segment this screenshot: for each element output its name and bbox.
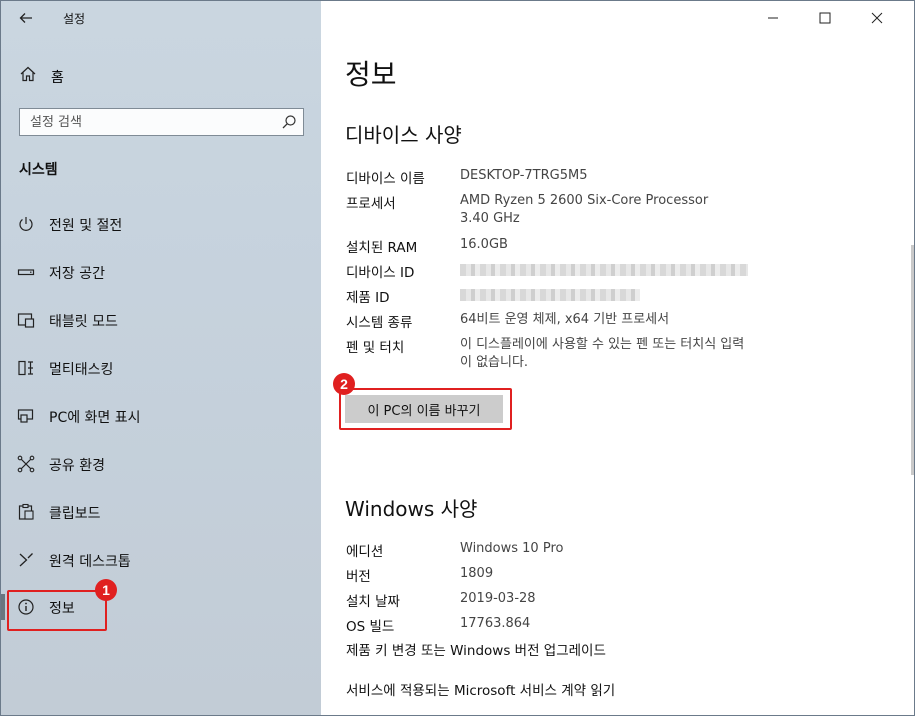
spec-key: 제품 ID bbox=[346, 290, 390, 306]
annotation-box-2 bbox=[339, 388, 512, 430]
spec-value-redacted bbox=[460, 286, 820, 307]
service-agreement-link[interactable]: 서비스에 적용되는 Microsoft 서비스 계약 읽기 bbox=[346, 679, 615, 699]
spec-key: OS 빌드 bbox=[346, 619, 395, 635]
spec-value: 64비트 운영 체제, x64 기반 프로세서 bbox=[460, 312, 670, 327]
sidebar-item-label: 저장 공간 bbox=[49, 266, 105, 282]
sidebar-item-power[interactable]: 전원 및 절전 bbox=[1, 206, 321, 242]
spec-value-redacted bbox=[460, 261, 820, 282]
nav-home-label: 홈 bbox=[51, 70, 64, 86]
spec-value-line1: AMD Ryzen 5 2600 Six-Core Processor bbox=[460, 193, 709, 208]
close-icon bbox=[871, 12, 883, 24]
sidebar-item-remote-desktop[interactable]: 원격 데스크톱 bbox=[1, 542, 321, 578]
spec-value: 17763.864 bbox=[460, 616, 531, 631]
spec-key: 설치 날짜 bbox=[346, 594, 400, 610]
redacted-value bbox=[460, 289, 640, 301]
spec-key: 프로세서 bbox=[346, 196, 396, 212]
spec-value: Windows 10 Pro bbox=[460, 541, 564, 556]
spec-value: 이 디스플레이에 사용할 수 있는 펜 또는 터치식 입력 이 없습니다. bbox=[460, 336, 820, 372]
main-pane: 정보 디바이스 사양 디바이스 이름 DESKTOP-7TRG5M5 프로세서 … bbox=[321, 1, 914, 715]
spec-key: 펜 및 터치 bbox=[346, 340, 405, 356]
spec-value: 1809 bbox=[460, 566, 494, 581]
spec-value-line2: 이 없습니다. bbox=[460, 355, 529, 370]
spec-key: 에디션 bbox=[346, 544, 384, 560]
spec-key: 디바이스 이름 bbox=[346, 171, 425, 187]
sidebar-item-label: 전원 및 절전 bbox=[49, 218, 123, 234]
settings-window: 설정 홈 시스템 전원 및 절전 저장 공간 태블릿 모드 멀티태스킹 bbox=[0, 0, 915, 716]
sidebar-item-multitasking[interactable]: 멀티태스킹 bbox=[1, 350, 321, 386]
spec-key: 시스템 종류 bbox=[346, 315, 413, 331]
device-specs-heading: 디바이스 사양 bbox=[345, 123, 462, 147]
sidebar-item-label: 클립보드 bbox=[49, 506, 101, 522]
page-title: 정보 bbox=[345, 58, 397, 91]
annotation-badge-2: 2 bbox=[333, 373, 355, 395]
spec-key: 버전 bbox=[346, 569, 371, 585]
sidebar-item-project[interactable]: PC에 화면 표시 bbox=[1, 398, 321, 434]
close-button[interactable] bbox=[854, 1, 900, 35]
spec-value: 16.0GB bbox=[460, 237, 508, 252]
windows-specs-heading: Windows 사양 bbox=[345, 497, 478, 521]
spec-key: 디바이스 ID bbox=[346, 265, 415, 281]
share-icon bbox=[17, 455, 35, 473]
sidebar-item-label: 태블릿 모드 bbox=[49, 314, 118, 330]
spec-value-line1: 이 디스플레이에 사용할 수 있는 펜 또는 터치식 입력 bbox=[460, 337, 745, 352]
spec-row-processor: 프로세서 AMD Ryzen 5 2600 Six-Core Processor… bbox=[346, 192, 906, 228]
spec-key: 설치된 RAM bbox=[346, 240, 418, 256]
remote-desktop-icon bbox=[19, 553, 33, 567]
sidebar-item-label: 멀티태스킹 bbox=[49, 362, 114, 378]
search-input[interactable] bbox=[20, 109, 275, 135]
search-box[interactable] bbox=[19, 108, 304, 136]
annotation-badge-1: 1 bbox=[95, 579, 117, 601]
nav-home[interactable]: 홈 bbox=[1, 61, 321, 89]
maximize-icon bbox=[819, 12, 831, 24]
spec-row-pen-touch: 펜 및 터치 이 디스플레이에 사용할 수 있는 펜 또는 터치식 입력 이 없… bbox=[346, 336, 906, 372]
sidebar-item-label: PC에 화면 표시 bbox=[49, 410, 141, 426]
spec-value: DESKTOP-7TRG5M5 bbox=[460, 168, 588, 183]
spec-value: AMD Ryzen 5 2600 Six-Core Processor 3.40… bbox=[460, 192, 820, 228]
minimize-icon bbox=[768, 17, 778, 19]
section-title: 시스템 bbox=[19, 162, 58, 178]
sidebar-item-tablet[interactable]: 태블릿 모드 bbox=[1, 302, 321, 338]
search-icon[interactable] bbox=[281, 114, 297, 130]
multitasking-icon bbox=[18, 360, 33, 376]
window-controls bbox=[756, 1, 914, 35]
sidebar-item-clipboard[interactable]: 클립보드 bbox=[1, 494, 321, 530]
clipboard-icon bbox=[18, 503, 34, 520]
spec-value: 2019-03-28 bbox=[460, 591, 536, 606]
sidebar-item-share[interactable]: 공유 환경 bbox=[1, 446, 321, 482]
spec-value-line2: 3.40 GHz bbox=[460, 211, 520, 226]
redacted-value bbox=[460, 264, 748, 276]
app-title: 설정 bbox=[63, 12, 86, 26]
sidebar-item-label: 원격 데스크톱 bbox=[49, 554, 131, 570]
sidebar-item-label: 공유 환경 bbox=[49, 458, 105, 474]
title-bar: 설정 bbox=[1, 1, 321, 35]
scrollbar[interactable] bbox=[911, 245, 914, 475]
maximize-button[interactable] bbox=[802, 1, 848, 35]
minimize-button[interactable] bbox=[750, 1, 796, 35]
home-icon bbox=[20, 66, 36, 82]
sidebar: 설정 홈 시스템 전원 및 절전 저장 공간 태블릿 모드 멀티태스킹 bbox=[1, 1, 321, 715]
tablet-icon bbox=[17, 313, 35, 328]
storage-icon bbox=[17, 269, 35, 276]
back-button[interactable] bbox=[15, 7, 37, 29]
selection-indicator bbox=[1, 594, 5, 620]
arrow-left-icon bbox=[19, 13, 32, 23]
annotation-box-1 bbox=[7, 590, 107, 631]
power-icon bbox=[19, 217, 33, 231]
project-icon bbox=[17, 409, 34, 423]
product-key-link[interactable]: 제품 키 변경 또는 Windows 버전 업그레이드 bbox=[346, 639, 606, 659]
sidebar-item-storage[interactable]: 저장 공간 bbox=[1, 254, 321, 290]
